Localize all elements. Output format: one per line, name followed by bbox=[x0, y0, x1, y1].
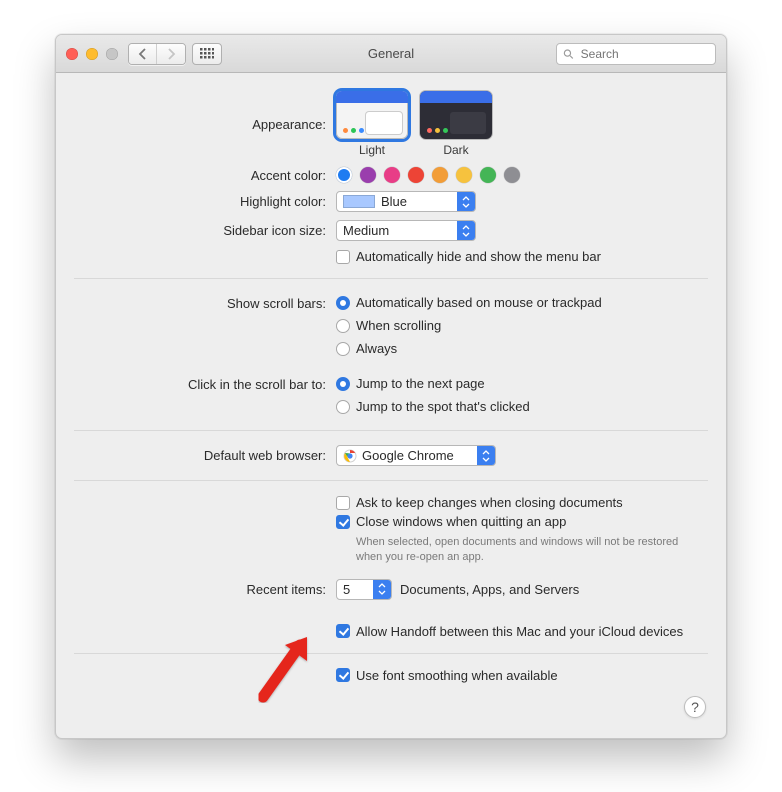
show-scroll-bars-label: Show scroll bars: bbox=[74, 293, 336, 311]
recent-items-popup[interactable]: 5 bbox=[336, 579, 392, 600]
click-spot-label: Jump to the spot that's clicked bbox=[356, 399, 530, 414]
search-field[interactable] bbox=[556, 43, 716, 65]
auto-hide-menubar-label: Automatically hide and show the menu bar bbox=[356, 249, 601, 264]
accent-color-2[interactable] bbox=[384, 167, 400, 183]
maximize-button[interactable] bbox=[106, 48, 118, 60]
close-windows-checkbox[interactable] bbox=[336, 515, 350, 529]
divider bbox=[74, 430, 708, 431]
appearance-dark-tile[interactable]: Dark bbox=[420, 91, 492, 157]
chrome-icon bbox=[343, 449, 357, 463]
scroll-always-radio[interactable] bbox=[336, 342, 350, 356]
scroll-always-row[interactable]: Always bbox=[336, 341, 708, 356]
stepper-icon bbox=[373, 580, 391, 599]
content: Appearance: Light Dark Accent color: bbox=[56, 73, 726, 705]
search-input[interactable] bbox=[579, 46, 709, 62]
click-spot-radio[interactable] bbox=[336, 400, 350, 414]
auto-hide-menubar-checkbox[interactable] bbox=[336, 250, 350, 264]
accent-color-4[interactable] bbox=[432, 167, 448, 183]
handoff-checkbox[interactable] bbox=[336, 624, 350, 638]
appearance-dark-thumb bbox=[420, 91, 492, 139]
highlight-swatch bbox=[343, 195, 375, 208]
show-all-button[interactable] bbox=[192, 43, 222, 65]
divider bbox=[74, 480, 708, 481]
sidebar-icon-size-label: Sidebar icon size: bbox=[74, 220, 336, 238]
highlight-popup[interactable]: Blue bbox=[336, 191, 476, 212]
recent-items-suffix: Documents, Apps, and Servers bbox=[400, 582, 579, 597]
close-windows-label: Close windows when quitting an app bbox=[356, 514, 566, 529]
ask-keep-changes-row[interactable]: Ask to keep changes when closing documen… bbox=[336, 495, 708, 510]
sidebar-icon-size-value: Medium bbox=[343, 223, 389, 238]
click-next-radio[interactable] bbox=[336, 377, 350, 391]
accent-color-3[interactable] bbox=[408, 167, 424, 183]
click-scroll-label: Click in the scroll bar to: bbox=[74, 374, 336, 392]
stepper-icon bbox=[477, 446, 495, 465]
default-browser-label: Default web browser: bbox=[74, 445, 336, 463]
scroll-when-row[interactable]: When scrolling bbox=[336, 318, 708, 333]
search-icon bbox=[563, 48, 574, 60]
click-spot-row[interactable]: Jump to the spot that's clicked bbox=[336, 399, 708, 414]
ask-keep-changes-label: Ask to keep changes when closing documen… bbox=[356, 495, 623, 510]
recent-items-label: Recent items: bbox=[74, 579, 336, 597]
appearance-dark-caption: Dark bbox=[443, 143, 468, 157]
sidebar-icon-size-popup[interactable]: Medium bbox=[336, 220, 476, 241]
appearance-label: Appearance: bbox=[74, 91, 336, 132]
nav-back-forward bbox=[128, 43, 186, 65]
recent-items-value: 5 bbox=[343, 582, 350, 597]
stepper-icon bbox=[457, 221, 475, 240]
font-smoothing-checkbox[interactable] bbox=[336, 668, 350, 682]
forward-button[interactable] bbox=[157, 44, 185, 64]
scroll-when-label: When scrolling bbox=[356, 318, 441, 333]
scroll-when-radio[interactable] bbox=[336, 319, 350, 333]
appearance-light-caption: Light bbox=[359, 143, 385, 157]
accent-color-0[interactable] bbox=[336, 167, 352, 183]
handoff-label: Allow Handoff between this Mac and your … bbox=[356, 624, 683, 639]
scroll-always-label: Always bbox=[356, 341, 397, 356]
close-button[interactable] bbox=[66, 48, 78, 60]
scroll-auto-radio[interactable] bbox=[336, 296, 350, 310]
accent-color-5[interactable] bbox=[456, 167, 472, 183]
appearance-light-tile[interactable]: Light bbox=[336, 91, 408, 157]
stepper-icon bbox=[457, 192, 475, 211]
font-smoothing-row[interactable]: Use font smoothing when available bbox=[336, 668, 708, 683]
font-smoothing-label: Use font smoothing when available bbox=[356, 668, 558, 683]
minimize-button[interactable] bbox=[86, 48, 98, 60]
accent-color-row bbox=[336, 165, 708, 183]
accent-color-1[interactable] bbox=[360, 167, 376, 183]
close-windows-row[interactable]: Close windows when quitting an app bbox=[336, 514, 708, 529]
accent-color-7[interactable] bbox=[504, 167, 520, 183]
appearance-light-thumb bbox=[336, 91, 408, 139]
accent-label: Accent color: bbox=[74, 165, 336, 183]
titlebar: General bbox=[56, 35, 726, 73]
click-next-row[interactable]: Jump to the next page bbox=[336, 376, 708, 391]
auto-hide-menubar-row[interactable]: Automatically hide and show the menu bar bbox=[336, 249, 708, 264]
highlight-value: Blue bbox=[381, 194, 407, 209]
accent-color-6[interactable] bbox=[480, 167, 496, 183]
default-browser-value: Google Chrome bbox=[362, 448, 454, 463]
help-label: ? bbox=[691, 699, 699, 715]
divider bbox=[74, 278, 708, 279]
scroll-auto-label: Automatically based on mouse or trackpad bbox=[356, 295, 602, 310]
preferences-window: General Appearance: Light Dark bbox=[55, 34, 727, 739]
window-controls bbox=[66, 48, 118, 60]
scroll-auto-row[interactable]: Automatically based on mouse or trackpad bbox=[336, 295, 708, 310]
highlight-label: Highlight color: bbox=[74, 191, 336, 209]
help-button[interactable]: ? bbox=[684, 696, 706, 718]
close-windows-hint: When selected, open documents and window… bbox=[356, 535, 696, 565]
divider bbox=[74, 653, 708, 654]
back-button[interactable] bbox=[129, 44, 157, 64]
ask-keep-changes-checkbox[interactable] bbox=[336, 496, 350, 510]
handoff-row[interactable]: Allow Handoff between this Mac and your … bbox=[336, 624, 708, 639]
click-next-label: Jump to the next page bbox=[356, 376, 485, 391]
default-browser-popup[interactable]: Google Chrome bbox=[336, 445, 496, 466]
